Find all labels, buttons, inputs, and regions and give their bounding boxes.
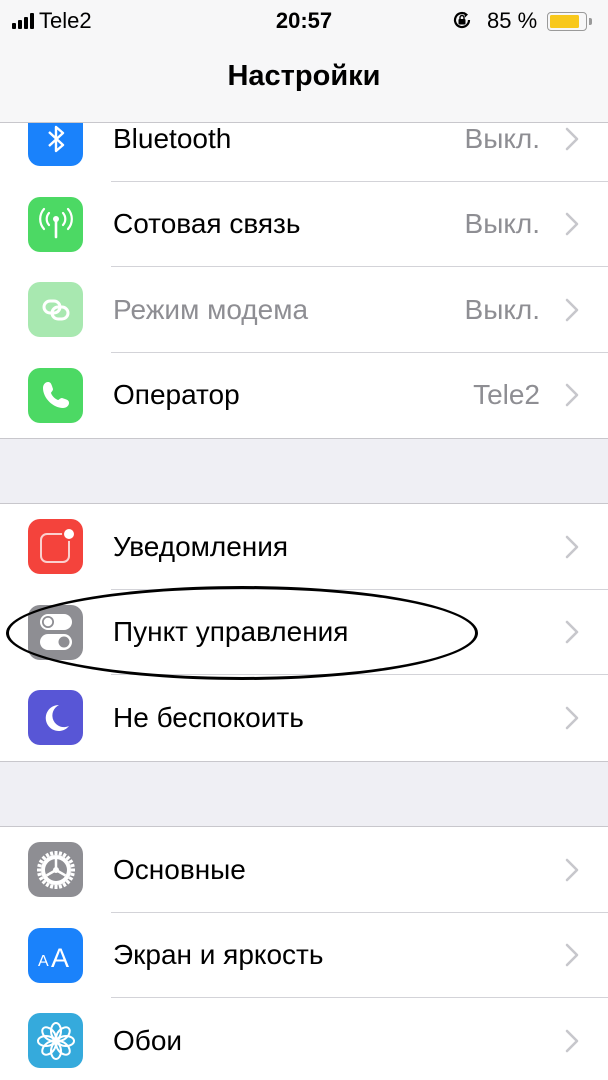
settings-row-value: Выкл.	[464, 122, 540, 154]
rotation-lock-icon	[453, 11, 471, 29]
settings-row-value: Выкл.	[464, 293, 540, 325]
settings-row[interactable]: A A Экран и яркость	[0, 913, 608, 998]
settings-row-label: Обои	[113, 1024, 183, 1056]
settings-row[interactable]: Обои	[0, 998, 608, 1080]
settings-row-label: Сотовая связь	[113, 208, 301, 240]
settings-row-label: Не беспокоить	[113, 701, 304, 733]
chevron-right-icon	[565, 858, 579, 882]
settings-row[interactable]: Пункт управления	[0, 590, 608, 675]
chevron-right-icon	[565, 212, 579, 236]
settings-row-label: Основные	[113, 853, 246, 885]
chevron-right-icon	[565, 535, 579, 559]
status-bar: Tele2 20:57 85 %	[0, 6, 608, 36]
control-center-icon	[28, 604, 83, 660]
svg-text:A: A	[38, 953, 49, 970]
settings-row-label: Пункт управления	[113, 616, 349, 648]
chevron-right-icon	[565, 943, 579, 967]
chevron-right-icon	[565, 383, 579, 407]
battery-level-fill	[550, 15, 579, 28]
settings-screen: Tele2 20:57 85 % Настройки Bluetooth Выкл…	[0, 0, 608, 1080]
settings-row[interactable]: Режим модема Выкл.	[0, 267, 608, 353]
moon-icon	[28, 690, 83, 746]
cellular-antenna-icon	[28, 196, 83, 252]
settings-row-label: Режим модема	[113, 293, 309, 325]
settings-row[interactable]: Основные	[0, 827, 608, 913]
phone-icon	[28, 367, 83, 423]
svg-text:A: A	[51, 943, 69, 972]
gear-icon	[28, 842, 83, 898]
settings-row-label: Экран и яркость	[113, 939, 324, 971]
chevron-right-icon	[565, 620, 579, 644]
settings-row[interactable]: Не беспокоить	[0, 675, 608, 761]
settings-row-value: Tele2	[473, 379, 540, 411]
chevron-right-icon	[565, 706, 579, 730]
display-brightness-icon: AA	[28, 927, 83, 983]
navigation-bar: Tele2 20:57 85 % Настройки	[0, 0, 608, 123]
settings-row[interactable]: Уведомления	[0, 504, 608, 590]
settings-row-label: Bluetooth	[113, 122, 232, 154]
chevron-right-icon	[565, 1029, 579, 1053]
settings-row-label: Оператор	[113, 379, 240, 411]
settings-group-general: Основные A A Экран и яркость Обои	[0, 826, 608, 1080]
personal-hotspot-icon	[28, 282, 83, 338]
settings-group-connectivity: Bluetooth Выкл. Сотовая связь Выкл. Режим мо…	[0, 95, 608, 439]
settings-row[interactable]: Оператор Tele2	[0, 353, 608, 439]
settings-group-notifications: Уведомления Пункт управления Не беспокоить	[0, 503, 608, 762]
settings-row-value: Выкл.	[464, 208, 540, 240]
settings-row[interactable]: Сотовая связь Выкл.	[0, 182, 608, 267]
chevron-right-icon	[565, 127, 579, 151]
settings-row-label: Уведомления	[113, 530, 289, 562]
battery-icon	[547, 12, 587, 31]
battery-percentage: 85 %	[487, 8, 538, 33]
page-title: Настройки	[227, 60, 381, 92]
wallpaper-flower-icon	[28, 1013, 83, 1069]
notifications-icon	[28, 519, 83, 575]
chevron-right-icon	[565, 298, 579, 322]
battery-tip	[589, 18, 592, 25]
